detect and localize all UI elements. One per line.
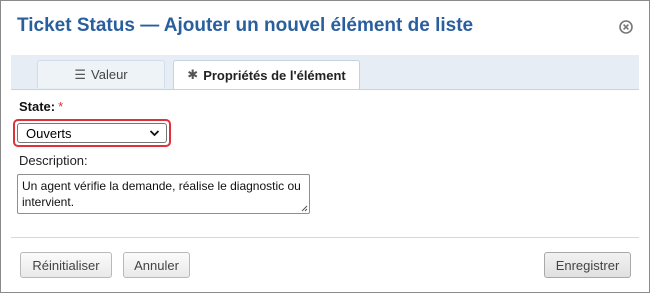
dialog-title: Ticket Status — Ajouter un nouvel élémen…	[17, 15, 474, 36]
description-textarea[interactable]: Un agent vérifie la demande, réalise le …	[17, 174, 310, 214]
resize-handle-icon[interactable]	[300, 204, 308, 212]
state-label-text: State:	[19, 99, 56, 114]
required-marker: *	[58, 99, 64, 114]
dialog: Ticket Status — Ajouter un nouvel élémen…	[0, 0, 650, 293]
tab-proprietes[interactable]: ✱ Propriétés de l'élément	[173, 60, 360, 89]
description-text: Un agent vérifie la demande, réalise le …	[22, 179, 301, 209]
reset-button[interactable]: Réinitialiser	[20, 252, 112, 278]
menu-lines-icon: ☰	[74, 66, 87, 82]
chevron-down-icon	[149, 130, 160, 137]
state-select[interactable]: Ouverts	[17, 123, 167, 143]
tab-valeur-label: Valeur	[91, 67, 128, 82]
dialog-title-bar: Ticket Status — Ajouter un nouvel élémen…	[1, 1, 649, 53]
description-label: Description:	[19, 153, 88, 168]
cancel-button[interactable]: Annuler	[123, 252, 190, 278]
tab-valeur[interactable]: ☰ Valeur	[37, 60, 165, 88]
footer-divider	[11, 237, 639, 238]
state-select-value: Ouverts	[26, 125, 72, 141]
tab-bar: ☰ Valeur ✱ Propriétés de l'élément	[11, 55, 639, 90]
state-label: State: *	[19, 99, 63, 114]
tab-proprietes-label: Propriétés de l'élément	[203, 67, 346, 83]
close-icon[interactable]	[619, 20, 633, 34]
asterisk-icon: ✱	[187, 67, 199, 82]
state-select-highlight: Ouverts	[13, 119, 171, 147]
save-button[interactable]: Enregistrer	[544, 252, 631, 278]
